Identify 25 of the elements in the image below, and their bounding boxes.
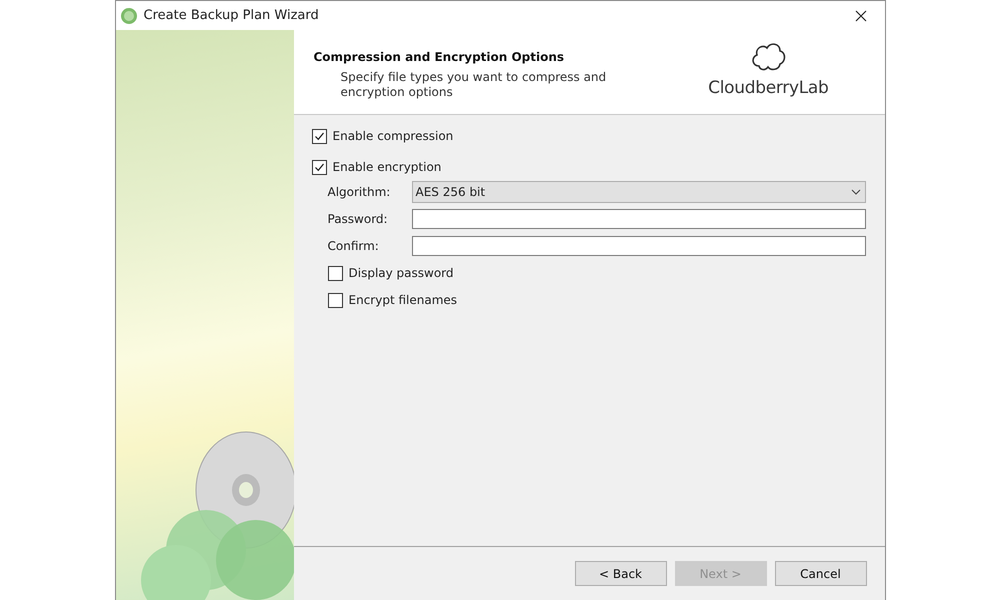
- app-icon: [120, 6, 138, 24]
- checkbox[interactable]: [312, 160, 326, 174]
- page-title: Compression and Encryption Options: [314, 50, 566, 64]
- checkbox-label: Encrypt filenames: [348, 293, 458, 307]
- window-title: Create Backup Plan Wizard: [144, 8, 320, 23]
- field-label: Confirm:: [328, 238, 380, 252]
- checkbox[interactable]: [328, 292, 342, 308]
- close-icon: [854, 10, 866, 22]
- checkbox-label: Enable compression: [332, 129, 454, 143]
- algorithm-dropdown[interactable]: AES 256 bit: [412, 180, 866, 202]
- wizard-button[interactable]: Cancel: [774, 561, 866, 586]
- checkbox[interactable]: [328, 266, 342, 280]
- logo-text: CloudberryLab: [708, 78, 828, 98]
- text-field[interactable]: [412, 208, 866, 228]
- text-field[interactable]: [412, 236, 866, 256]
- checkbox-label: Enable encryption: [332, 160, 442, 174]
- field-label: Algorithm:: [328, 184, 392, 198]
- checkbox-label: Display password: [348, 266, 454, 280]
- field-label: Password:: [328, 212, 389, 226]
- page-subtitle: Specify file types you want to compress and encryption options: [340, 70, 608, 100]
- wizard-button[interactable]: < Back: [574, 561, 666, 586]
- checkbox[interactable]: [312, 128, 326, 144]
- check-icon: [314, 162, 324, 172]
- chevron-down-icon: [850, 188, 860, 194]
- check-icon: [314, 130, 324, 142]
